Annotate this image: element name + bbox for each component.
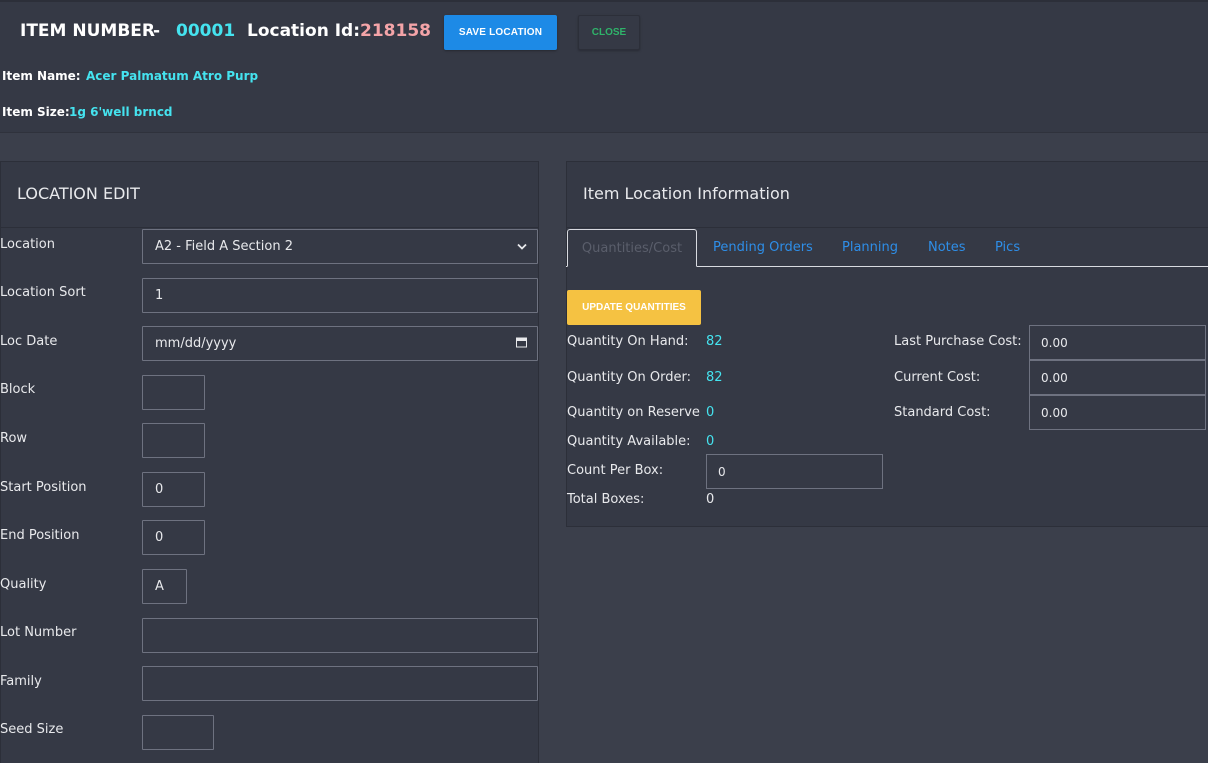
count-per-box-input[interactable]: 0 [706,454,883,489]
tab-planning[interactable]: Planning [842,240,898,255]
standard-cost-label: Standard Cost: [894,405,991,420]
family-input[interactable] [142,666,538,701]
total-boxes-label: Total Boxes: [567,492,645,507]
tab-pending-orders[interactable]: Pending Orders [713,240,813,255]
item-number-value: 00001 [176,21,236,41]
loc-date-input[interactable]: mm/dd/yyyy [142,326,538,361]
row-label: Row [0,431,28,446]
seed-size-label: Seed Size [0,722,64,737]
seed-size-input[interactable] [142,715,214,750]
item-name-value: Acer Palmatum Atro Purp [86,69,259,83]
location-sort-label: Location Sort [0,285,86,300]
quality-input[interactable]: A [142,569,187,604]
standard-cost-input[interactable]: 0.00 [1029,395,1206,430]
calendar-icon[interactable] [516,336,527,351]
save-location-button[interactable]: SAVE LOCATION [444,15,557,50]
tab-quantities-cost[interactable]: Quantities/Cost [567,229,697,267]
location-label: Location [0,237,55,252]
last-purchase-cost-label: Last Purchase Cost: [894,334,1022,349]
location-id-value: 218158 [360,21,431,41]
close-button[interactable]: CLOSE [578,15,640,50]
qty-on-order-label: Quantity On Order: [567,370,692,385]
location-edit-title: LOCATION EDIT [1,162,538,228]
header-dash: - [153,21,161,41]
location-sort-input[interactable]: 1 [142,278,538,313]
quality-label: Quality [0,577,47,592]
total-boxes-value: 0 [706,492,715,507]
qty-on-reserve-label: Quantity on Reserve [567,405,700,420]
item-name-label: Item Name: [2,69,81,83]
last-purchase-cost-input[interactable]: 0.00 [1029,325,1206,360]
qty-on-hand-label: Quantity On Hand: [567,334,689,349]
start-position-label: Start Position [0,480,87,495]
page-header: ITEM NUMBER - 00001 Location Id: 218158 … [0,0,1208,133]
block-label: Block [0,382,36,397]
end-position-input[interactable]: 0 [142,520,205,555]
location-id-label: Location Id: [247,21,361,41]
family-label: Family [0,674,42,689]
qty-on-reserve-value: 0 [706,405,715,420]
item-size-label: Item Size: [2,105,70,119]
item-location-info-title: Item Location Information [567,162,1208,228]
lot-number-input[interactable] [142,618,538,653]
current-cost-input[interactable]: 0.00 [1029,360,1206,395]
location-select-value: A2 - Field A Section 2 [155,239,293,254]
current-cost-label: Current Cost: [894,370,981,385]
qty-available-label: Quantity Available: [567,434,691,449]
qty-available-value: 0 [706,434,715,449]
qty-on-hand-value: 82 [706,334,723,349]
loc-date-label: Loc Date [0,334,58,349]
update-quantities-button[interactable]: UPDATE QUANTITIES [567,290,701,325]
lot-number-label: Lot Number [0,625,77,640]
chevron-down-icon [517,239,527,254]
tab-notes[interactable]: Notes [928,240,966,255]
loc-date-placeholder: mm/dd/yyyy [155,336,237,351]
block-input[interactable] [142,375,205,410]
count-per-box-label: Count Per Box: [567,463,664,478]
qty-on-order-value: 82 [706,370,723,385]
start-position-input[interactable]: 0 [142,472,205,507]
tab-pics[interactable]: Pics [995,240,1020,255]
location-select[interactable]: A2 - Field A Section 2 [142,229,538,264]
end-position-label: End Position [0,528,80,543]
item-size-value: 1g 6'well brncd [69,105,173,119]
row-input[interactable] [142,423,205,458]
item-number-label: ITEM NUMBER [20,21,155,41]
